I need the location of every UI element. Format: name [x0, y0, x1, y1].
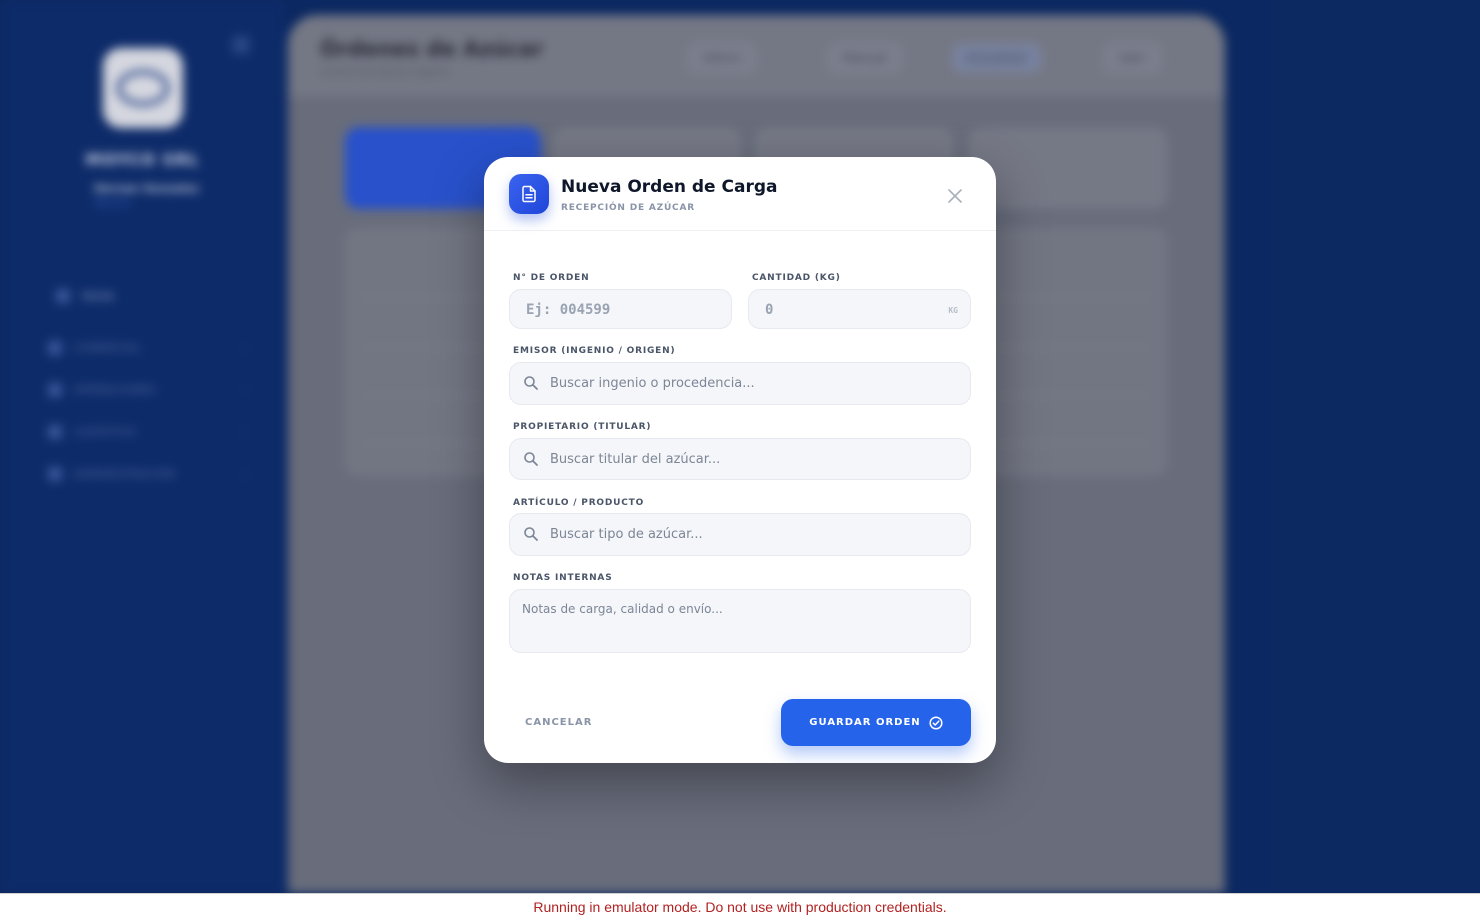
- search-icon: [524, 527, 538, 541]
- cancel-button[interactable]: CANCELAR: [525, 717, 592, 728]
- close-button[interactable]: [944, 185, 966, 207]
- quantity-input[interactable]: 0 KG: [748, 289, 971, 329]
- owner-label: PROPIETARIO (TITULAR): [513, 422, 652, 432]
- notes-placeholder: Notas de carga, calidad o envío...: [522, 602, 723, 616]
- quantity-value: 0: [765, 302, 774, 318]
- emulator-warning-banner: Running in emulator mode. Do not use wit…: [0, 893, 1480, 920]
- emitter-search-input[interactable]: Buscar ingenio o procedencia...: [509, 362, 971, 405]
- modal-subtitle: RECEPCIÓN DE AZÚCAR: [561, 203, 695, 213]
- check-circle-icon: [929, 715, 943, 730]
- product-search-input[interactable]: Buscar tipo de azúcar...: [509, 513, 971, 556]
- emitter-placeholder: Buscar ingenio o procedencia...: [550, 376, 755, 391]
- document-icon: [509, 174, 549, 214]
- owner-search-input[interactable]: Buscar titular del azúcar...: [509, 438, 971, 480]
- emitter-label: EMISOR (INGENIO / ORIGEN): [513, 346, 676, 356]
- notes-label: NOTAS INTERNAS: [513, 573, 613, 583]
- product-label: ARTÍCULO / PRODUCTO: [513, 498, 645, 508]
- modal-title: Nueva Orden de Carga: [561, 177, 778, 197]
- notes-textarea[interactable]: Notas de carga, calidad o envío...: [509, 589, 971, 653]
- product-placeholder: Buscar tipo de azúcar...: [550, 527, 703, 542]
- order-number-input[interactable]: Ej: 004599: [509, 289, 732, 329]
- save-order-label: GUARDAR ORDEN: [809, 717, 921, 728]
- search-icon: [524, 376, 538, 390]
- search-icon: [524, 452, 538, 466]
- quantity-label: CANTIDAD (KG): [752, 273, 841, 283]
- save-order-button[interactable]: GUARDAR ORDEN: [781, 699, 971, 746]
- new-order-modal: Nueva Orden de Carga RECEPCIÓN DE AZÚCAR…: [484, 157, 996, 763]
- order-number-label: N° DE ORDEN: [513, 273, 590, 283]
- owner-placeholder: Buscar titular del azúcar...: [550, 452, 721, 467]
- modal-header: Nueva Orden de Carga RECEPCIÓN DE AZÚCAR: [484, 157, 996, 231]
- quantity-unit: KG: [948, 306, 958, 315]
- close-icon: [948, 189, 962, 203]
